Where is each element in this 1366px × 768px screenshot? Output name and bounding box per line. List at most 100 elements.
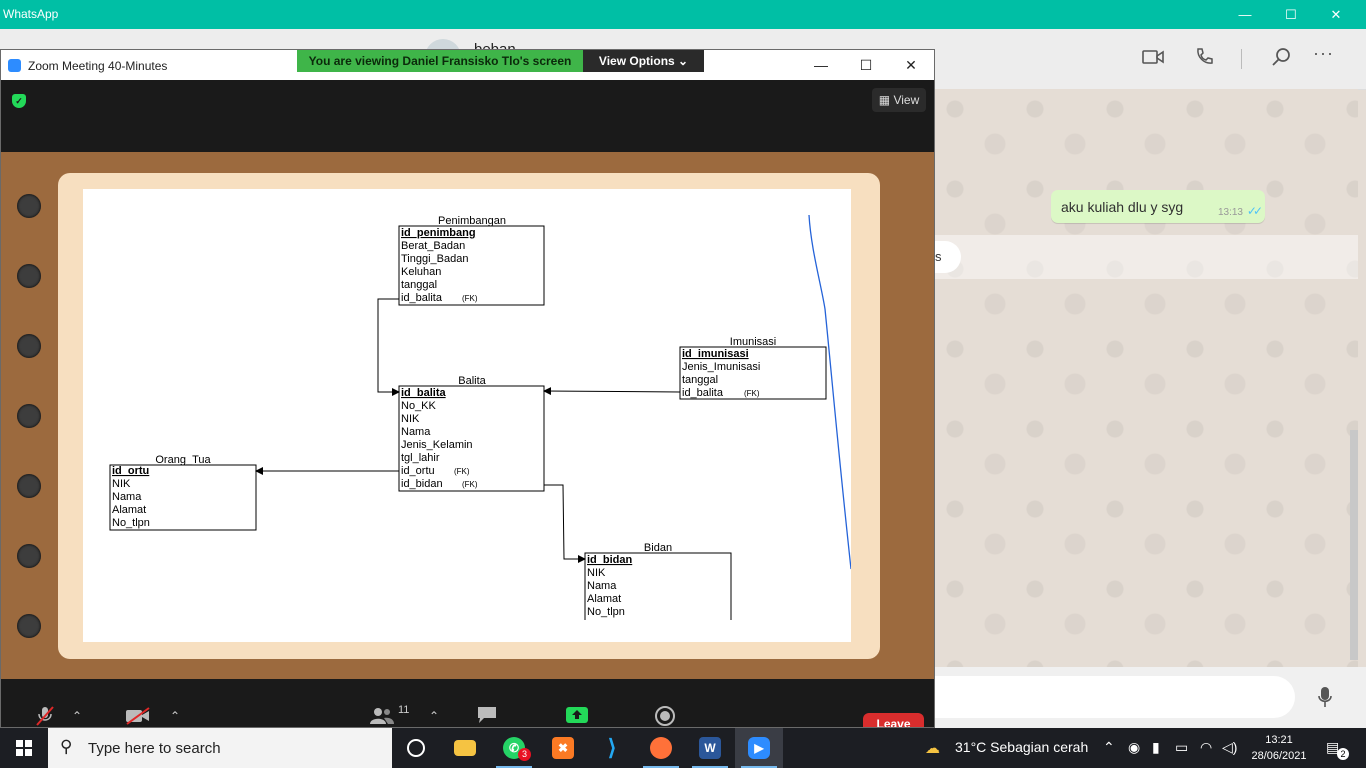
field: NIK [112, 478, 131, 490]
field: Alamat [587, 593, 621, 605]
foreign-key: id_balita [682, 387, 724, 399]
notebook-hole [17, 474, 41, 498]
erd-diagram: Penimbangan id_penimbang Berat_Badan Tin… [109, 214, 851, 620]
share-screen-icon[interactable] [565, 706, 589, 727]
field: Nama [112, 491, 142, 503]
word-icon[interactable]: W [686, 728, 734, 768]
foreign-key: id_balita [401, 292, 443, 304]
chat-icon[interactable] [476, 706, 498, 727]
clock-date: 28/06/2021 [1251, 750, 1307, 762]
field: tanggal [401, 279, 437, 291]
zoom-top-area [1, 80, 934, 152]
compose-bar [935, 667, 1366, 728]
firefox-icon[interactable] [637, 728, 685, 768]
mic-icon[interactable] [1318, 686, 1332, 713]
message-time: 13:13 [1217, 207, 1243, 218]
fk-tag: (FK) [454, 467, 470, 476]
search-icon: ⚲ [60, 737, 73, 756]
entity-title: Balita [458, 375, 486, 387]
chat-scrollbar[interactable] [1350, 430, 1358, 660]
video-call-icon[interactable] [1142, 49, 1164, 70]
minimize-icon[interactable]: — [1222, 0, 1268, 29]
participants-icon[interactable] [369, 707, 395, 728]
taskbar-search-placeholder: Type here to search [88, 740, 221, 757]
field: Alamat [112, 504, 146, 516]
maximize-icon[interactable]: ☐ [1268, 0, 1314, 29]
field: Jenis_Kelamin [401, 439, 473, 451]
erd-canvas: Penimbangan id_penimbang Berat_Badan Tin… [83, 189, 851, 642]
connector-imunisasi-balita [543, 387, 681, 396]
margin-line [808, 214, 851, 570]
battery-icon[interactable]: ▭ [1175, 739, 1188, 756]
chat-background [935, 89, 1358, 667]
search-icon[interactable] [1271, 47, 1291, 72]
security-shield-icon[interactable]: ✓ [12, 94, 26, 108]
wifi-icon[interactable]: ◠ [1200, 739, 1212, 756]
zoom-close-icon[interactable]: ✕ [888, 50, 934, 80]
connector-balita-bidan [544, 484, 586, 563]
whatsapp-taskbar-icon[interactable]: ✆ 3 [490, 728, 538, 768]
fk-tag: (FK) [744, 389, 760, 398]
view-options-button[interactable]: View Options ⌄ [583, 50, 704, 72]
vscode-icon[interactable]: ⟩ [588, 728, 636, 768]
zoom-logo-icon [8, 59, 21, 72]
weather-text[interactable]: 31°C Sebagian cerah [955, 739, 1088, 755]
read-ticks-icon: ✓✓ [1246, 204, 1263, 218]
tray-chevron-icon[interactable]: ⌃ [1103, 739, 1115, 756]
zoom-maximize-icon[interactable]: ☐ [843, 50, 889, 80]
video-options-chevron-icon[interactable]: ⌃ [170, 709, 180, 723]
notebook-hole [17, 334, 41, 358]
fk-tag: (FK) [462, 294, 478, 303]
message-input[interactable] [935, 676, 1295, 718]
notebook-hole [17, 194, 41, 218]
zoom-title: Zoom Meeting 40-Minutes [28, 59, 168, 73]
primary-key: id_balita [401, 387, 447, 399]
entity-bidan: Bidan id_bidan NIK Nama Alamat No_tlpn [584, 542, 732, 620]
message-bubble[interactable]: aku kuliah dlu y syg 13:13 ✓✓ [1051, 190, 1265, 223]
windows-start-icon[interactable] [16, 740, 32, 756]
notebook-hole [17, 264, 41, 288]
primary-key: id_ortu [112, 465, 149, 477]
connector-penimbangan-balita [377, 298, 400, 396]
record-icon[interactable] [654, 705, 676, 730]
entity-title: Orang_Tua [155, 454, 211, 466]
entity-orang-tua: Orang_Tua id_ortu NIK Nama Alamat No_tlp… [109, 454, 257, 531]
video-off-icon[interactable] [125, 707, 151, 728]
field: NIK [401, 413, 420, 425]
microphone-icon[interactable]: ▮ [1152, 739, 1160, 756]
message-text: aku kuliah dlu y syg [1061, 199, 1184, 215]
fk-tag: (FK) [462, 480, 478, 489]
clock-time: 13:21 [1265, 734, 1293, 746]
xampp-icon[interactable]: ✖ [539, 728, 587, 768]
field: Jenis_Imunisasi [682, 361, 760, 373]
audio-options-chevron-icon[interactable]: ⌃ [72, 709, 82, 723]
menu-icon[interactable]: ··· [1313, 43, 1334, 64]
system-clock[interactable]: 13:21 28/06/2021 [1246, 732, 1312, 764]
field: Berat_Badan [401, 240, 465, 252]
participants-chevron-icon[interactable]: ⌃ [429, 709, 439, 723]
webcam-icon[interactable]: ◉ [1128, 739, 1140, 756]
task-view-icon[interactable] [392, 728, 440, 768]
leave-button[interactable]: Leave [863, 713, 924, 727]
zoom-toolbar: ⌃ ⌃ 11 ⌃ Leave [1, 679, 934, 727]
voice-call-icon[interactable] [1194, 47, 1214, 72]
weather-icon[interactable]: ☁ [925, 739, 940, 757]
file-explorer-icon[interactable] [441, 728, 489, 768]
close-icon[interactable]: ✕ [1313, 0, 1359, 29]
notebook-hole [17, 544, 41, 568]
mute-mic-icon[interactable] [35, 705, 55, 730]
field: Tinggi_Badan [401, 253, 468, 265]
field: No_KK [401, 400, 437, 412]
zoom-minimize-icon[interactable]: — [798, 50, 844, 80]
participants-count: 11 [398, 704, 410, 716]
whatsapp-title: WhatsApp [3, 7, 59, 21]
view-button[interactable]: ▦ View [872, 88, 926, 112]
primary-key: id_penimbang [401, 227, 476, 239]
taskbar-search-box[interactable]: ⚲ Type here to search [48, 728, 392, 768]
zoom-taskbar-icon[interactable]: ▶ [735, 728, 783, 768]
field: Nama [587, 580, 617, 592]
field: tgl_lahir [401, 452, 440, 464]
volume-icon[interactable]: ◁) [1222, 739, 1237, 756]
whatsapp-badge: 3 [518, 748, 531, 761]
screen-share-banner: You are viewing Daniel Fransisko Tlo's s… [297, 50, 583, 72]
